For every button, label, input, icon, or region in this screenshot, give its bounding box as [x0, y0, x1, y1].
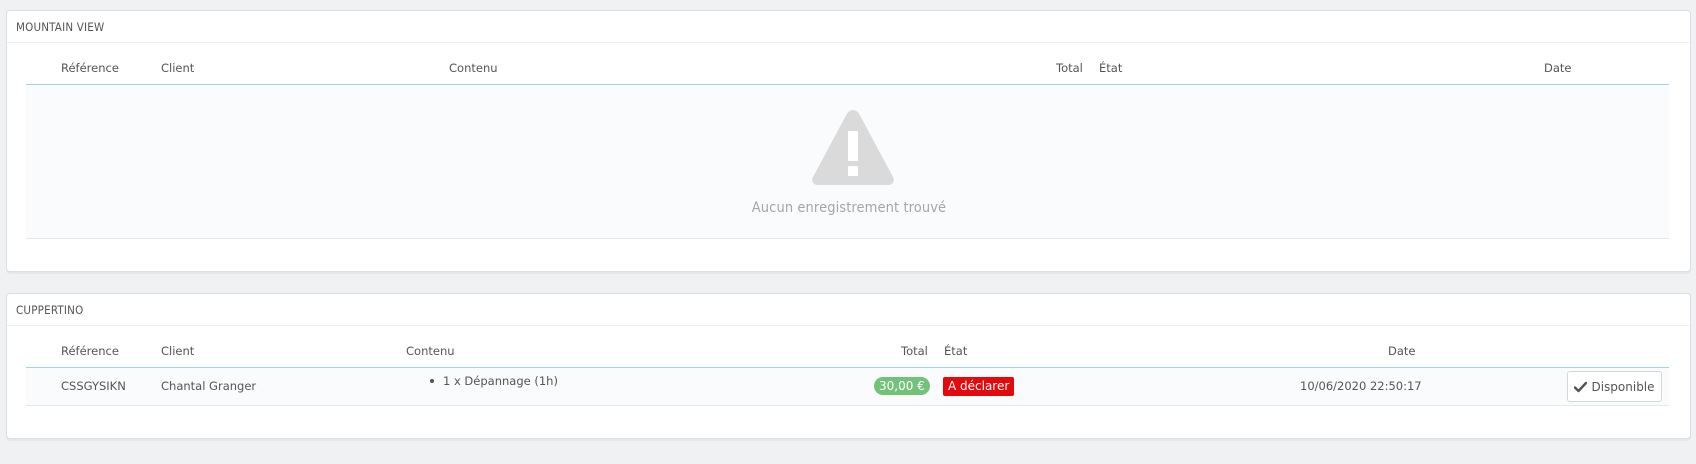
warning-icon: [812, 110, 894, 185]
bullet-icon: [430, 378, 434, 383]
column-reference: Référence: [61, 61, 119, 75]
total-badge: 30,00 €: [874, 377, 930, 395]
available-button[interactable]: Disponible: [1567, 371, 1662, 402]
column-client: Client: [161, 61, 195, 75]
column-reference: Référence: [61, 344, 119, 358]
column-date: Date: [1388, 344, 1416, 358]
table-row[interactable]: CSSGYSIKN Chantal Granger 1 x Dépannage …: [26, 368, 1669, 406]
column-date: Date: [1544, 61, 1572, 75]
content-item: 1 x Dépannage (1h): [443, 374, 558, 388]
state-badge: A déclarer: [943, 377, 1015, 396]
orders-table: Référence Client Contenu Total État Date…: [26, 336, 1669, 406]
cell-client: Chantal Granger: [161, 379, 257, 393]
column-state: État: [1099, 61, 1123, 75]
column-state: État: [944, 344, 968, 358]
panel-mountain-view: MOUNTAIN VIEW Référence Client Contenu T…: [6, 10, 1691, 272]
check-icon: [1574, 381, 1588, 392]
column-total: Total: [1056, 61, 1083, 75]
panel-title: MOUNTAIN VIEW: [7, 11, 1690, 43]
panel-cuppertino: CUPPERTINO Référence Client Contenu Tota…: [6, 293, 1691, 439]
table-header: Référence Client Contenu Total État Date: [26, 53, 1669, 85]
cell-content: 1 x Dépannage (1h): [430, 374, 558, 388]
cell-reference: CSSGYSIKN: [61, 379, 126, 393]
column-content: Contenu: [406, 344, 455, 358]
available-button-label: Disponible: [1591, 379, 1655, 394]
column-content: Contenu: [449, 61, 498, 75]
panel-title: CUPPERTINO: [7, 294, 1690, 326]
table-header: Référence Client Contenu Total État Date: [26, 336, 1669, 368]
column-client: Client: [161, 344, 195, 358]
empty-message: Aucun enregistrement trouvé: [751, 200, 947, 216]
column-total: Total: [901, 344, 928, 358]
cell-date: 10/06/2020 22:50:17: [1300, 379, 1422, 393]
